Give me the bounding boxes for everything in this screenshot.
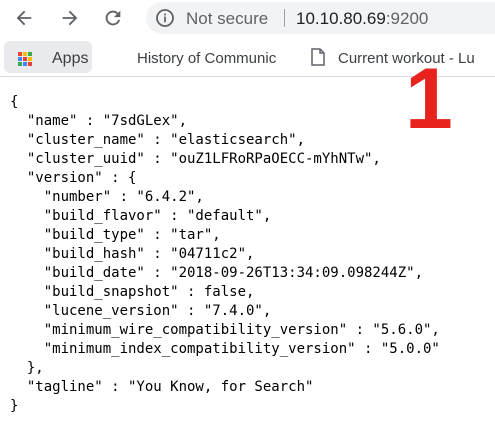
json-line: "lucene_version" : "7.4.0",: [10, 303, 272, 319]
json-line: {: [10, 94, 19, 110]
json-line: "build_flavor" : "default",: [10, 208, 272, 224]
reload-button[interactable]: [99, 5, 127, 31]
json-line: "minimum_index_compatibility_version" : …: [10, 341, 440, 357]
apps-button[interactable]: Apps: [4, 41, 92, 73]
apps-grid-dot: [28, 57, 32, 61]
json-line: "cluster_name" : "elasticsearch",: [10, 132, 306, 148]
info-icon[interactable]: [155, 8, 175, 28]
apps-grid-icon: [18, 52, 32, 66]
url-host: 10.10.80.69: [296, 9, 386, 28]
json-line: "build_date" : "2018-09-26T13:34:09.0982…: [10, 265, 424, 281]
apps-grid-dot: [23, 62, 27, 66]
document-icon: [311, 48, 325, 66]
back-button[interactable]: [10, 5, 38, 31]
apps-label: Apps: [52, 50, 89, 67]
json-line: },: [10, 360, 44, 376]
apps-grid-dot: [23, 52, 27, 56]
json-line: "build_snapshot" : false,: [10, 284, 255, 300]
json-line: "build_type" : "tar",: [10, 227, 221, 243]
json-line: "build_hash" : "04711c2",: [10, 246, 255, 262]
annotation-number: 1: [405, 51, 453, 147]
security-label[interactable]: Not secure: [186, 9, 268, 29]
apps-grid-dot: [18, 52, 22, 56]
forward-button[interactable]: [56, 5, 84, 31]
address-bar[interactable]: Not secure 10.10.80.69:9200: [146, 2, 495, 34]
json-line: "name" : "7sdGLex",: [10, 113, 188, 129]
reload-icon: [105, 10, 121, 26]
url-port: :9200: [385, 9, 429, 28]
arrow-left-icon: [16, 10, 32, 26]
bookmark-history-of-communic[interactable]: History of Communic: [137, 50, 276, 67]
browser-toolbar: Not secure 10.10.80.69:9200: [0, 0, 495, 36]
apps-grid-dot: [28, 52, 32, 56]
omnibox-divider: [284, 9, 285, 27]
apps-grid-dot: [18, 57, 22, 61]
json-line: "version" : {: [10, 170, 137, 186]
json-line: "cluster_uuid" : "ouZ1LFRoRPaOECC-mYhNTw…: [10, 151, 381, 167]
apps-grid-dot: [18, 62, 22, 66]
json-line: "minimum_wire_compatibility_version" : "…: [10, 322, 440, 338]
apps-grid-dot: [23, 57, 27, 61]
json-line: }: [10, 398, 19, 414]
json-response: { "name" : "7sdGLex", "cluster_name" : "…: [10, 93, 440, 416]
json-line: "number" : "6.4.2",: [10, 189, 204, 205]
url-text[interactable]: 10.10.80.69:9200: [296, 9, 428, 29]
json-line: "tagline" : "You Know, for Search": [10, 379, 314, 395]
apps-grid-dot: [28, 62, 32, 66]
arrow-right-icon: [62, 10, 78, 26]
